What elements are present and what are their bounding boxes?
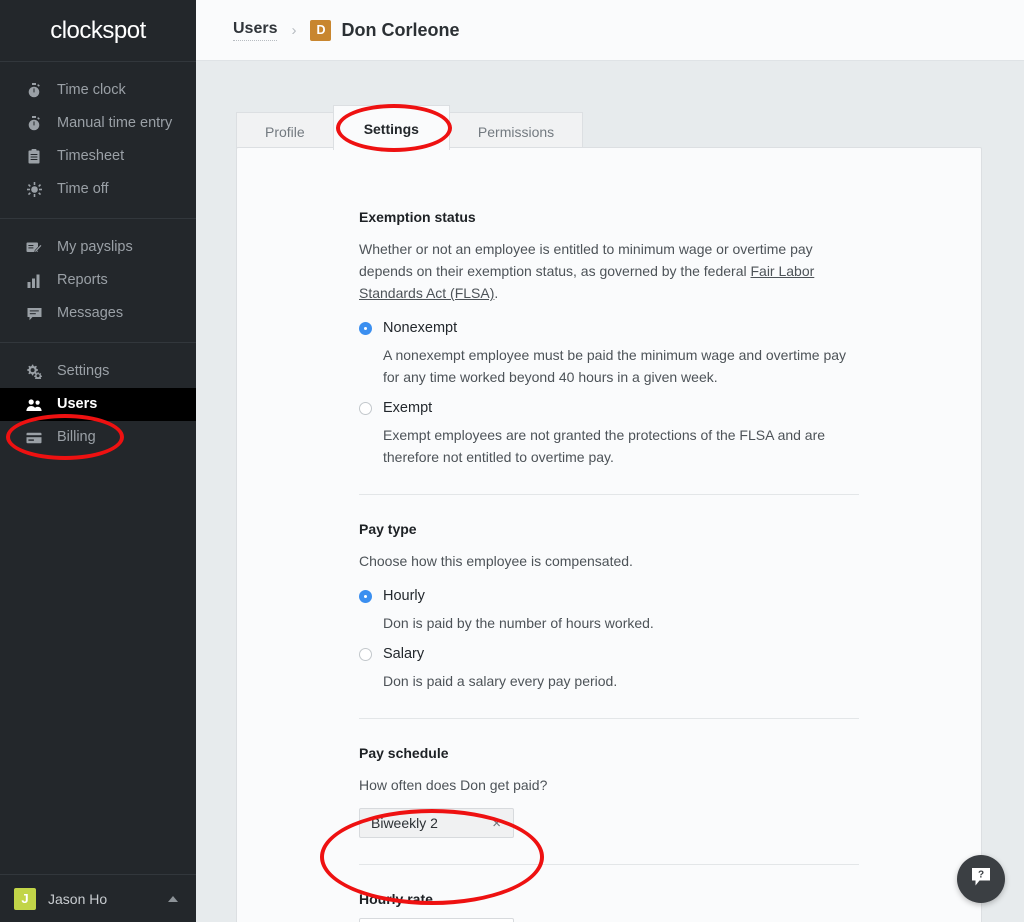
breadcrumb-users-link[interactable]: Users bbox=[233, 20, 278, 41]
close-icon[interactable]: × bbox=[492, 816, 501, 831]
avatar: J bbox=[14, 887, 36, 910]
settings-form: Exemption status Whether or not an emplo… bbox=[237, 148, 859, 922]
sidebar-item-label: Timesheet bbox=[57, 148, 125, 165]
pay-schedule-value: Biweekly 2 bbox=[371, 815, 438, 831]
radio-hourly[interactable]: Hourly bbox=[359, 588, 859, 604]
sidebar: clockspot Time clock Manual time entry T… bbox=[0, 0, 196, 922]
stopwatch-icon bbox=[24, 115, 44, 133]
radio-indicator[interactable] bbox=[359, 321, 372, 335]
sidebar-item-label: Time off bbox=[57, 181, 109, 198]
section-title: Exemption status bbox=[359, 209, 476, 225]
pay-schedule-select[interactable]: Biweekly 2 × bbox=[359, 808, 514, 838]
payslip-icon bbox=[24, 239, 44, 257]
chevron-right-icon: › bbox=[291, 21, 297, 39]
radio-help-text: Don is paid a salary every pay period. bbox=[383, 673, 618, 689]
speech-bubble-icon bbox=[24, 305, 44, 323]
sidebar-item-my-payslips[interactable]: My payslips bbox=[0, 231, 196, 264]
radio-label: Hourly bbox=[383, 588, 425, 604]
radio-label: Exempt bbox=[383, 400, 433, 416]
radio-exempt[interactable]: Exempt bbox=[359, 400, 859, 416]
section-title: Pay schedule bbox=[359, 745, 449, 761]
main-content: Profile Settings Permissions Exemption s… bbox=[196, 61, 1024, 922]
tab-settings[interactable]: Settings bbox=[332, 105, 450, 150]
description-text-after-link: . bbox=[494, 285, 499, 301]
tab-bar: Profile Settings Permissions bbox=[236, 105, 584, 150]
sidebar-item-time-clock[interactable]: Time clock bbox=[0, 74, 196, 107]
sidebar-item-label: Messages bbox=[57, 305, 124, 322]
help-button[interactable]: ? bbox=[957, 855, 1005, 903]
section-divider bbox=[359, 718, 859, 719]
tab-permissions[interactable]: Permissions bbox=[448, 112, 584, 150]
breadcrumb: Users › D Don Corleone bbox=[233, 19, 460, 41]
radio-help-text: Don is paid by the number of hours worke… bbox=[383, 615, 654, 631]
sidebar-item-billing[interactable]: Billing bbox=[0, 421, 196, 454]
radio-indicator[interactable] bbox=[359, 589, 372, 603]
app-logo[interactable]: clockspot bbox=[0, 0, 196, 62]
section-title: Pay type bbox=[359, 521, 417, 537]
radio-indicator[interactable] bbox=[359, 401, 372, 415]
radio-indicator[interactable] bbox=[359, 647, 372, 661]
tab-profile[interactable]: Profile bbox=[236, 112, 334, 150]
radio-nonexempt[interactable]: Nonexempt bbox=[359, 320, 859, 336]
svg-text:?: ? bbox=[978, 869, 984, 880]
radio-salary[interactable]: Salary bbox=[359, 646, 859, 662]
chevron-up-icon[interactable] bbox=[168, 895, 178, 902]
sidebar-group-time: Time clock Manual time entry Timesheet T… bbox=[0, 62, 196, 219]
sidebar-group-admin: Settings Users Billing bbox=[0, 343, 196, 466]
people-icon bbox=[24, 396, 44, 414]
section-description: How often does Don get paid? bbox=[359, 777, 548, 793]
sidebar-item-timesheet[interactable]: Timesheet bbox=[0, 140, 196, 173]
radio-label: Nonexempt bbox=[383, 320, 458, 336]
sidebar-item-label: My payslips bbox=[57, 239, 133, 256]
section-pay-type: Pay type Choose how this employee is com… bbox=[359, 521, 859, 692]
radio-help-text: A nonexempt employee must be paid the mi… bbox=[383, 347, 847, 385]
section-exemption-status: Exemption status Whether or not an emplo… bbox=[359, 148, 859, 468]
sidebar-item-users[interactable]: Users bbox=[0, 388, 196, 421]
logo-text: clockspot bbox=[50, 16, 146, 44]
sidebar-user-menu[interactable]: J Jason Ho bbox=[0, 874, 196, 922]
settings-card: Exemption status Whether or not an emplo… bbox=[236, 147, 982, 922]
help-chat-icon: ? bbox=[970, 867, 992, 892]
sidebar-item-label: Billing bbox=[57, 429, 96, 446]
sidebar-item-label: Time clock bbox=[57, 82, 126, 99]
section-pay-schedule: Pay schedule How often does Don get paid… bbox=[359, 745, 859, 838]
credit-card-icon bbox=[24, 429, 44, 447]
sidebar-item-messages[interactable]: Messages bbox=[0, 297, 196, 330]
description-text-before-link: Whether or not an employee is entitled t… bbox=[359, 241, 813, 279]
hourly-rate-input[interactable] bbox=[359, 918, 514, 922]
section-divider bbox=[359, 494, 859, 495]
radio-label: Salary bbox=[383, 646, 425, 662]
avatar: D bbox=[310, 19, 332, 41]
page-header: Users › D Don Corleone bbox=[196, 0, 1024, 61]
sidebar-item-label: Reports bbox=[57, 272, 108, 289]
gears-icon bbox=[24, 363, 44, 381]
sidebar-user-name: Jason Ho bbox=[48, 890, 108, 907]
sidebar-item-reports[interactable]: Reports bbox=[0, 264, 196, 297]
sidebar-group-records: My payslips Reports Messages bbox=[0, 219, 196, 343]
section-description: Choose how this employee is compensated. bbox=[359, 553, 633, 569]
sidebar-item-settings[interactable]: Settings bbox=[0, 355, 196, 388]
sidebar-item-label: Manual time entry bbox=[57, 115, 173, 132]
sidebar-item-time-off[interactable]: Time off bbox=[0, 173, 196, 206]
section-title: Hourly rate bbox=[359, 891, 433, 907]
page-title: Don Corleone bbox=[341, 19, 460, 40]
radio-help-text: Exempt employees are not granted the pro… bbox=[383, 427, 826, 465]
sidebar-item-label: Settings bbox=[57, 363, 110, 380]
sidebar-item-manual-time-entry[interactable]: Manual time entry bbox=[0, 107, 196, 140]
app-root: clockspot Time clock Manual time entry T… bbox=[0, 0, 1024, 922]
section-description: Whether or not an employee is entitled t… bbox=[359, 238, 849, 304]
section-divider bbox=[359, 864, 859, 865]
bar-chart-icon bbox=[24, 272, 44, 290]
stopwatch-icon bbox=[24, 82, 44, 100]
clipboard-icon bbox=[24, 148, 44, 166]
sidebar-item-label: Users bbox=[57, 396, 98, 413]
sun-icon bbox=[24, 181, 44, 199]
section-hourly-rate: Hourly rate bbox=[359, 891, 859, 922]
